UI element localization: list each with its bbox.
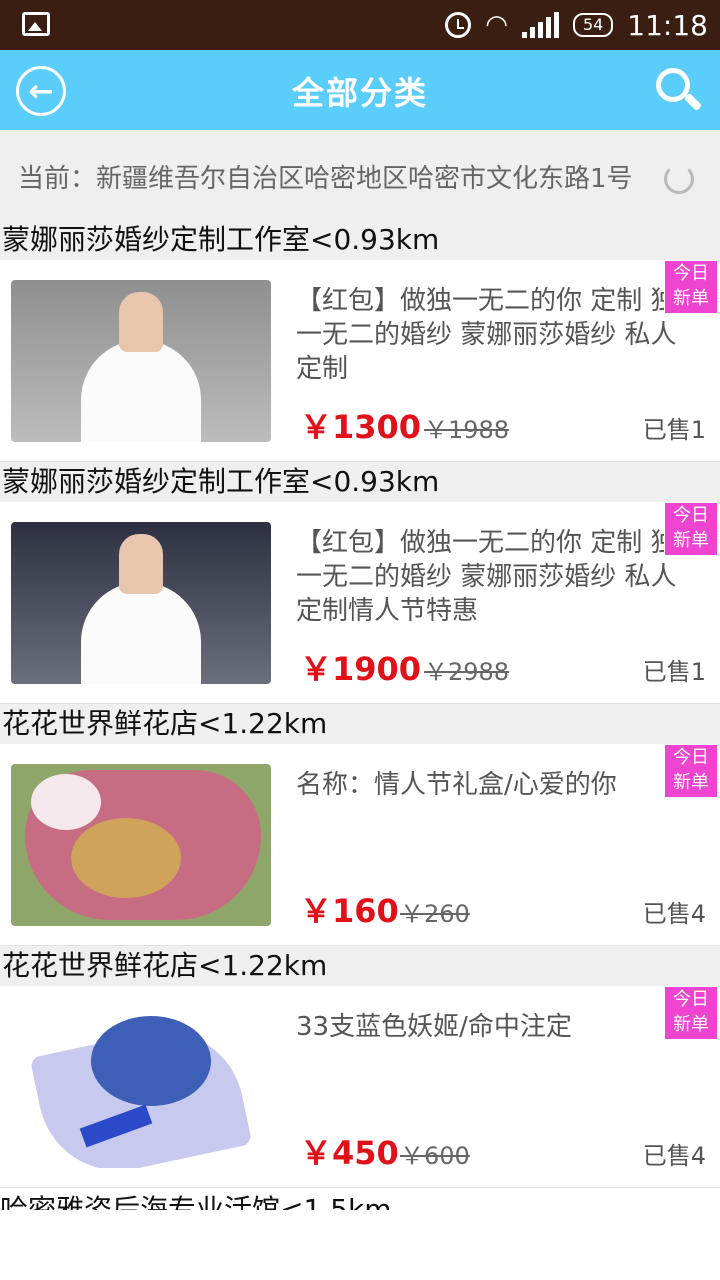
sold-count: 已售1 (642, 416, 706, 444)
search-button[interactable] (656, 68, 703, 114)
store-name[interactable]: 蒙娜丽莎婚纱定制工作室<0.93km (0, 462, 720, 502)
location-bar: 当前：新疆维吾尔自治区哈密地区哈密市文化东路1号 (0, 130, 720, 220)
original-price: ￥2988 (424, 658, 510, 686)
app-header: ← 全部分类 (0, 50, 720, 130)
battery-icon: 54 (572, 13, 614, 37)
product-price: ￥1300 (300, 408, 422, 446)
product-title: 名称：情人节礼盒/心爱的你 (296, 770, 617, 800)
status-icons: ◠ 54 11:18 (445, 8, 708, 42)
product-price: ￥450 (300, 1134, 399, 1172)
original-price: ￥1988 (424, 416, 510, 444)
sold-count: 已售4 (642, 1142, 706, 1170)
product-price: ￥1900 (300, 650, 422, 688)
list-item[interactable]: 33支蓝色妖姬/命中注定 ￥450 ￥600 已售4 今日 新单 (0, 986, 720, 1188)
product-title: 【红包】做独一无二的你 定制 独一无二的婚纱 蒙娜丽莎婚纱 私人定制情人节特惠 (296, 528, 677, 626)
original-price: ￥260 (400, 900, 470, 928)
list-item[interactable]: 【红包】做独一无二的你 定制 独一无二的婚纱 蒙娜丽莎婚纱 私人定制 ￥1300… (0, 260, 720, 462)
sold-count: 已售4 (642, 900, 706, 928)
new-today-badge: 今日 新单 (664, 260, 718, 314)
list-item[interactable]: 名称：情人节礼盒/心爱的你 ￥160 ￥260 已售4 今日 新单 (0, 744, 720, 946)
product-title: 【红包】做独一无二的你 定制 独一无二的婚纱 蒙娜丽莎婚纱 私人定制 (296, 286, 677, 384)
alarm-icon (445, 12, 472, 38)
product-price: ￥160 (300, 892, 399, 930)
page-title: 全部分类 (291, 74, 428, 112)
current-location: 当前：新疆维吾尔自治区哈密地区哈密市文化东路1号 (18, 164, 633, 194)
signal-icon (521, 12, 559, 38)
status-bar: ◠ 54 11:18 (0, 0, 720, 50)
sold-count: 已售1 (642, 658, 706, 686)
gallery-icon (22, 12, 50, 36)
new-today-badge: 今日 新单 (664, 502, 718, 556)
original-price: ￥600 (400, 1142, 470, 1170)
product-title: 33支蓝色妖姬/命中注定 (296, 1012, 572, 1042)
new-today-badge: 今日 新单 (664, 986, 718, 1040)
store-name[interactable]: 花花世界鲜花店<1.22km (0, 704, 720, 744)
new-today-badge: 今日 新单 (664, 744, 718, 798)
wifi-icon: ◠ (485, 10, 508, 40)
store-name[interactable]: 蒙娜丽莎婚纱定制工作室<0.93km (0, 220, 720, 260)
clock: 11:18 (627, 8, 708, 42)
product-image (11, 522, 271, 684)
store-name-partial[interactable]: 哈密雅姿后海专业活馆<1.5km (0, 1190, 720, 1210)
product-image (11, 764, 271, 926)
store-name[interactable]: 花花世界鲜花店<1.22km (0, 946, 720, 986)
product-image (11, 280, 271, 442)
refresh-location-icon[interactable] (664, 164, 694, 194)
list-item[interactable]: 【红包】做独一无二的你 定制 独一无二的婚纱 蒙娜丽莎婚纱 私人定制情人节特惠 … (0, 502, 720, 704)
product-image (11, 1006, 271, 1168)
